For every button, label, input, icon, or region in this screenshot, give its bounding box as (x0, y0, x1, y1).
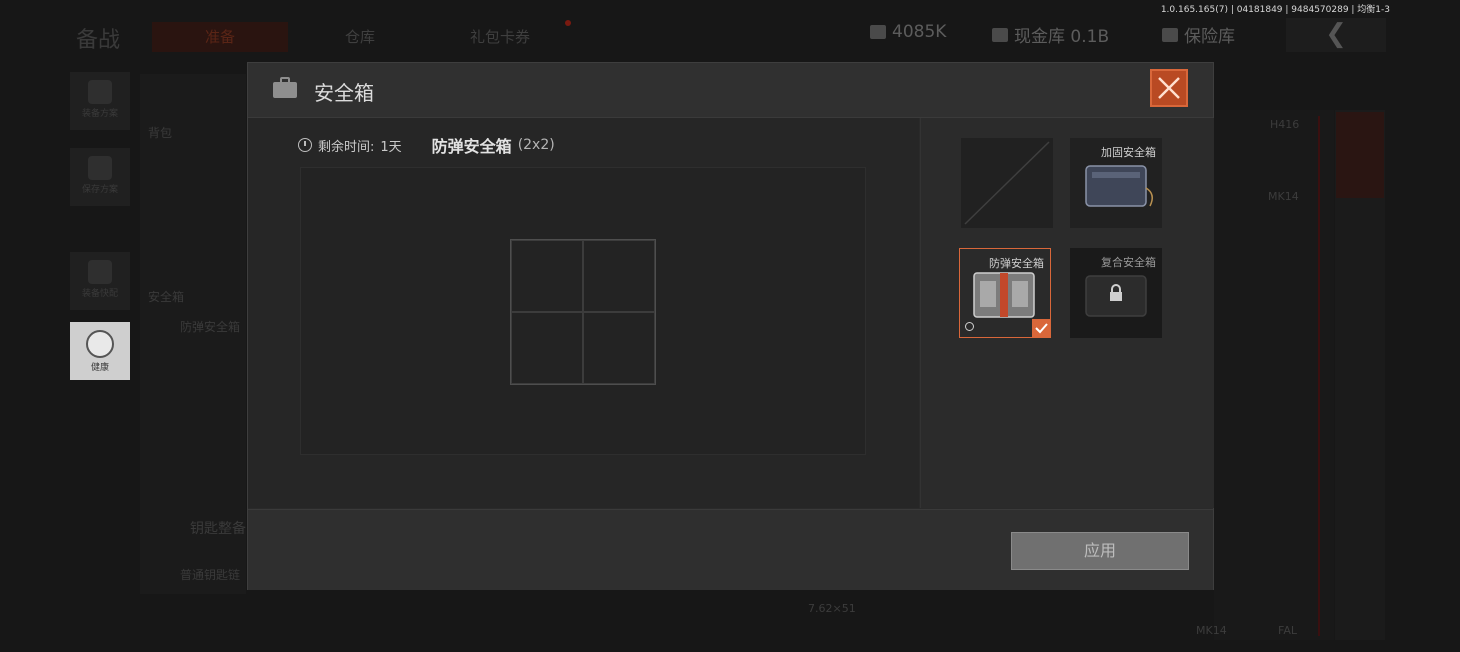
notification-dot (565, 20, 571, 26)
current-case-name: 防弹安全箱 (431, 137, 512, 156)
loadout-icon (88, 80, 112, 104)
side-btn-health[interactable]: 健康 (70, 322, 130, 380)
dialog-footer: 应用 (248, 509, 1213, 590)
current-case-size: (2x2) (517, 137, 555, 153)
back-button[interactable]: ❮ (1286, 18, 1386, 52)
close-icon (1158, 77, 1180, 99)
side-btn-label: 装备方案 (81, 109, 118, 119)
bg-divider (1318, 116, 1320, 636)
case-slot-empty[interactable] (961, 138, 1053, 228)
storage-grid (510, 239, 656, 385)
case-info-row: 剩余时间: 1天 防弹安全箱 (2x2) (298, 133, 555, 157)
silver-value: 4085K (892, 22, 947, 42)
case-card-composite[interactable]: 复合安全箱 (1070, 248, 1162, 338)
bg-tab-gift[interactable]: 礼包卡券 (440, 22, 560, 52)
check-icon (1032, 319, 1050, 337)
lock-icon (1110, 284, 1122, 301)
case-card-bulletproof[interactable]: 防弹安全箱 (959, 248, 1051, 338)
empty-slot-icon (964, 141, 1050, 225)
side-btn-quick[interactable]: 装备快配 (70, 252, 130, 310)
side-btn-save[interactable]: 保存方案 (70, 148, 130, 206)
case-card-label: 加固安全箱 (1101, 146, 1156, 159)
cash-vault[interactable]: 现金库 0.1B (992, 22, 1109, 47)
case-card-label: 复合安全箱 (1101, 256, 1156, 269)
side-btn-label: 健康 (90, 363, 109, 373)
case-storage-area (300, 167, 866, 455)
bg-item-label: MK14 (1268, 190, 1299, 203)
bg-item-label: FAL (1278, 624, 1297, 637)
vault-icon (992, 27, 1008, 42)
bg-label-safebox: 安全箱 (148, 290, 185, 304)
bg-label-keychain: 普通钥匙链 (180, 568, 241, 582)
storage-cell[interactable] (583, 240, 655, 312)
helmet-icon (88, 260, 112, 284)
insurance-label: 保险库 (1184, 27, 1235, 47)
bg-page-title: 备战 (76, 28, 121, 53)
cash-vault-label: 现金库 0.1B (1014, 27, 1110, 47)
side-btn-label: 装备快配 (81, 289, 118, 299)
bg-label-case: 防弹安全箱 (180, 320, 241, 334)
side-btn-loadout[interactable]: 装备方案 (70, 72, 130, 130)
silver-icon (870, 25, 886, 39)
bolt-icon (86, 330, 114, 358)
clock-icon (298, 138, 312, 152)
bg-tab-warehouse[interactable]: 仓库 (300, 22, 420, 52)
bg-item-label: MK14 (1196, 624, 1227, 637)
bg-item-label: 7.62×51 (808, 602, 856, 615)
case-card-label: 防弹安全箱 (989, 257, 1044, 270)
silver-display: 4085K (870, 22, 946, 42)
storage-cell[interactable] (511, 312, 583, 384)
bg-label-backpack: 背包 (148, 126, 173, 140)
bg-label-keys: 钥匙整备 (190, 521, 246, 537)
case-card-reinforced[interactable]: 加固安全箱 (1070, 138, 1162, 228)
storage-cell[interactable] (583, 312, 655, 384)
storage-cell[interactable] (511, 240, 583, 312)
insurance-icon (1162, 27, 1178, 42)
timer-icon (965, 322, 974, 331)
bg-item-label: H416 (1270, 118, 1300, 131)
download-icon (88, 156, 112, 180)
bg-tab-prepare[interactable]: 准备 (152, 22, 288, 52)
build-info: 1.0.165.165(7) | 04181849 | 9484570289 |… (1160, 5, 1390, 15)
close-button[interactable] (1150, 69, 1188, 107)
dialog-header: 安全箱 (248, 63, 1213, 118)
dialog-title: 安全箱 (314, 81, 374, 105)
insurance-vault[interactable]: 保险库 (1162, 22, 1235, 47)
briefcase-icon (273, 77, 297, 98)
safebox-dialog: 安全箱 剩余时间: 1天 防弹安全箱 (2x2) 加固安全箱 防弹安全箱 复合安… (247, 62, 1214, 590)
remaining-time-value: 1天 (380, 139, 402, 155)
side-btn-label: 保存方案 (81, 185, 118, 195)
remaining-time-label: 剩余时间: (318, 139, 375, 155)
bg-category-active (1336, 112, 1384, 198)
apply-button[interactable]: 应用 (1011, 532, 1189, 570)
